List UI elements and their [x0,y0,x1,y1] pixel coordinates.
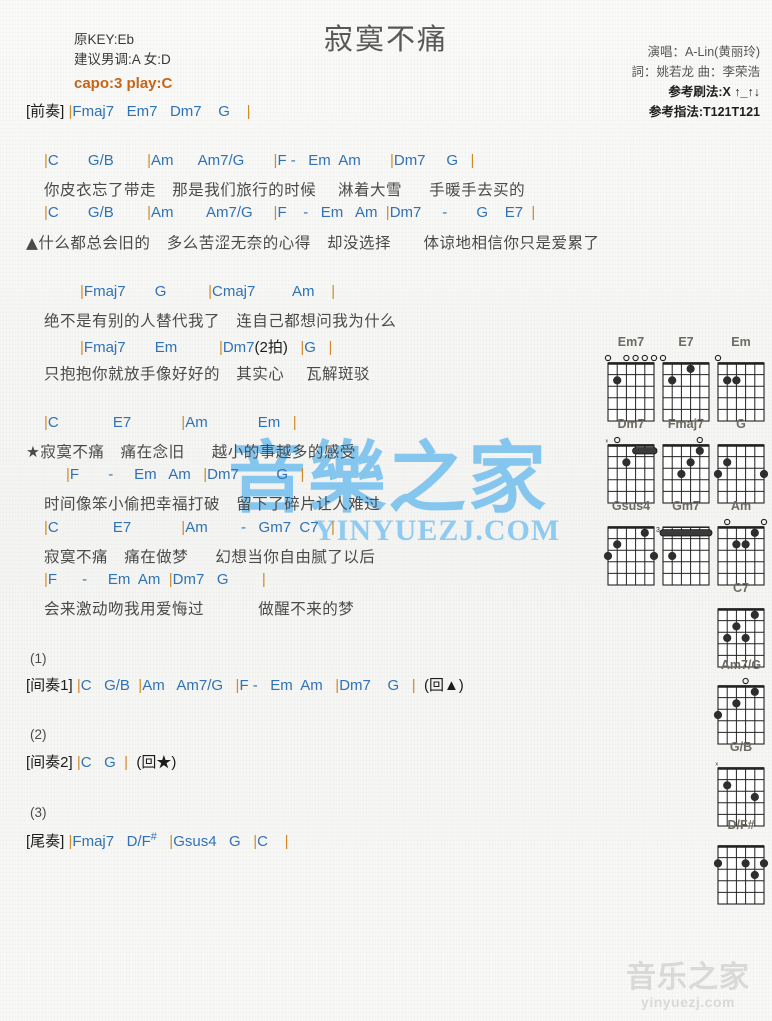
singer-text: 演唱：A-Lin(黄丽玲) [647,45,760,59]
chord-line: [间奏1] |C G/B |Am Am7/G |F - Em Am |Dm7 G… [26,677,464,694]
chord-line: |C G/B |Am Am7/G |F - Em Am |Dm7 G | [44,152,475,169]
lyric-line: 只抱抱你就放手像好好的 其实心 瓦解斑驳 [44,365,370,383]
lyric-line: ▲什么都总会旧的 多么苦涩无奈的心得 却没选择 体谅地相信你只是爱累了 [26,234,600,252]
credits-text: 詞：姚若龙 曲：李荣浩 [631,65,760,79]
lyric-line: ★寂寞不痛 痛在念旧 越小的事越多的感受 [26,443,356,461]
chord-diagram: Gm7 3 [655,499,717,589]
chord-diagram-grid [710,514,772,589]
chord-diagram: Dm7 x [600,417,662,507]
credits-block: 演唱：A-Lin(黄丽玲) 詞：姚若龙 曲：李荣浩 参考刷法:X ↑_↑↓ 参考… [632,42,760,122]
chord-diagram-grid [655,350,717,425]
chord-diagram: D/F# [710,818,772,908]
chord-diagram-grid [655,432,717,507]
chord-diagram: G/B x [710,740,772,830]
chord-line: |F - Em Am |Dm7 G | [66,466,305,483]
chord-diagram: G [710,417,772,507]
chord-diagram-name: Am7/G [720,658,762,672]
chord-diagram-grid [600,514,662,589]
chord-diagram-name: G/B [729,740,753,754]
chord-diagram-name: G [736,417,746,431]
chord-diagram-grid [710,350,772,425]
chord-diagram-name: Gsus4 [611,499,651,513]
chord-diagram-name: C7 [733,581,749,595]
chord-diagram-grid [600,350,662,425]
chord-diagram-grid: 3 [655,514,717,589]
lyric-line: 绝不是有别的人替代我了 连自己都想问我为什么 [44,312,397,330]
chord-diagram-name: Am [730,499,752,513]
suggested-key-text: 建议男调:A 女:D [74,52,171,67]
chord-line: |C G/B |Am Am7/G |F - Em Am |Dm7 - G E7 … [44,204,536,221]
chord-diagram-name: E7 [678,335,694,349]
chord-diagram-name: Fmaj7 [667,417,705,431]
chord-line: |C E7 |Am - Gm7 C7 | [44,519,335,536]
chord-diagram-name: Gm7 [672,499,700,513]
section-number-label: (3) [30,805,47,820]
lyric-line: 你皮衣忘了带走 那是我们旅行的时候 淋着大雪 手暖手去买的 [44,181,526,199]
watermark-bottom-cn: 音乐之家 [626,960,750,995]
original-key-text: 原KEY:Eb [74,32,135,47]
chord-diagram-name: Em [731,335,751,349]
chord-diagram-name: D/F# [727,818,755,832]
chord-line: |Fmaj7 G |Cmaj7 Am | [80,283,336,300]
strumming-pattern-text: 参考刷法:X ↑_↑↓ [668,85,760,99]
chord-diagram: Fmaj7 [655,417,717,507]
chord-diagram-grid [710,833,772,908]
capo-text: capo:3 play:C [74,75,173,92]
lyric-line: 寂寞不痛 痛在做梦 幻想当你自由腻了以后 [44,548,376,566]
fingering-pattern-text: 参考指法:T121T121 [648,105,760,119]
lyric-line: 时间像笨小偷把幸福打破 留下了碎片让人难过 [44,495,381,513]
watermark-bottom-en: yinyuezj.com [641,993,735,1010]
svg-text:x: x [715,762,718,768]
chord-diagram: Am7/G [710,658,772,748]
lyric-line: 会来激动吻我用爱悔过 做醒不来的梦 [44,600,355,618]
watermark-bottom: 音乐之家 yinyuezj.com [612,962,764,1010]
chord-diagram: Am [710,499,772,589]
chord-line: [间奏2] |C G | (回★) [26,754,177,771]
chord-line: [尾奏] |Fmaj7 D/F# |Gsus4 G |C | [26,831,289,850]
chord-line: [前奏] |Fmaj7 Em7 Dm7 G | [26,103,251,120]
key-info-block: 原KEY:Eb 建议男调:A 女:D capo:3 play:C [74,30,172,94]
chord-sheet-page: 音樂之家 YINYUEZJ.COM 音乐之家 yinyuezj.com 寂寞不痛… [0,0,772,1021]
chord-line: |F - Em Am |Dm7 G | [44,571,266,588]
chord-diagram-grid: x [600,432,662,507]
chord-line: |Fmaj7 Em |Dm7(2拍) |G | [80,339,333,356]
section-number-label: (1) [30,651,47,666]
chord-diagram-grid [710,673,772,748]
chord-diagram-name: Dm7 [617,417,645,431]
chord-diagram: Em7 [600,335,662,425]
chord-diagram-name: Em7 [617,335,645,349]
chord-diagram-grid [710,432,772,507]
chord-diagram: Gsus4 [600,499,662,589]
chord-line: |C E7 |Am Em | [44,414,297,431]
svg-text:3: 3 [656,527,660,534]
section-number-label: (2) [30,727,47,742]
watermark-center-en: YINYUEZJ.COM [314,514,561,547]
chord-diagram: Em [710,335,772,425]
svg-text:x: x [605,439,608,445]
chord-diagram: E7 [655,335,717,425]
